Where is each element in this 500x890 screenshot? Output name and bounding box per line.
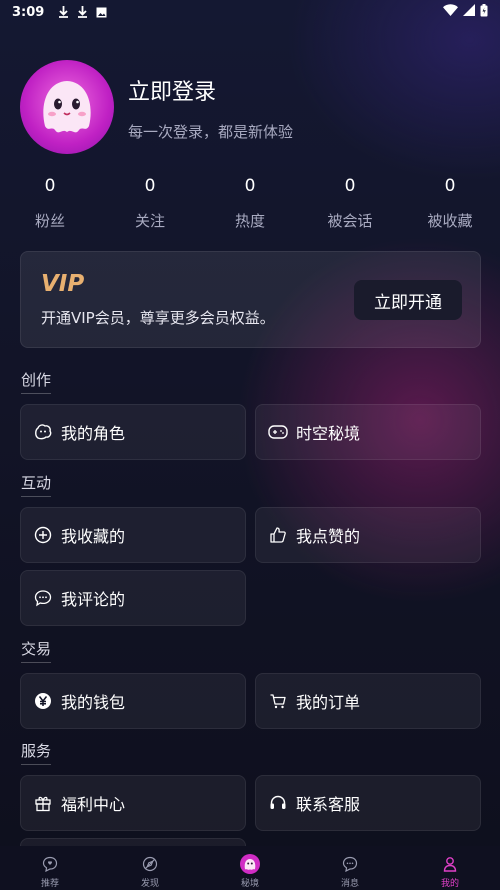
- tab-label: 我的: [440, 879, 459, 889]
- vip-logo: VIP: [41, 270, 93, 298]
- thumbs-up-icon: [268, 525, 288, 545]
- plus-circle-icon: [33, 525, 53, 545]
- vip-description: 开通VIP会员，尊享更多会员权益。: [41, 309, 275, 327]
- stat-conversations[interactable]: 0 被会话: [300, 176, 400, 236]
- status-bar: 3:09: [0, 0, 500, 24]
- tile-label: 时空秘境: [296, 424, 361, 443]
- my-comments-button[interactable]: 我评论的: [20, 570, 246, 626]
- section-title-create: 创作: [21, 371, 52, 394]
- stat-favorited[interactable]: 0 被收藏: [400, 176, 500, 236]
- vip-card[interactable]: VIP 开通VIP会员，尊享更多会员权益。 立即开通: [20, 251, 481, 348]
- tab-realm[interactable]: 秘境: [200, 846, 300, 890]
- stat-value: 0: [144, 176, 156, 196]
- stat-popularity[interactable]: 0 热度: [200, 176, 300, 236]
- my-characters-button[interactable]: 我的角色: [20, 404, 246, 460]
- vip-open-button[interactable]: 立即开通: [354, 280, 462, 320]
- wifi-icon: [443, 4, 458, 20]
- tab-label: 推荐: [40, 879, 59, 889]
- tab-messages[interactable]: 消息: [300, 846, 400, 890]
- ghost-icon: [240, 854, 260, 874]
- stat-label: 热度: [234, 212, 265, 230]
- tile-label: 我收藏的: [61, 527, 126, 546]
- welfare-center-button[interactable]: 福利中心: [20, 775, 246, 831]
- stat-label: 关注: [134, 212, 165, 230]
- tab-label: 秘境: [240, 879, 259, 889]
- cart-icon: [268, 691, 288, 711]
- section-title-service: 服务: [21, 742, 52, 765]
- tile-label: 我评论的: [61, 590, 126, 609]
- stat-fans[interactable]: 0 粉丝: [0, 176, 100, 236]
- download-icon: [77, 6, 88, 18]
- tab-label: 消息: [340, 879, 359, 889]
- login-subtitle: 每一次登录，都是新体验: [128, 123, 294, 141]
- login-title[interactable]: 立即登录: [128, 74, 216, 106]
- my-wallet-button[interactable]: 我的钱包: [20, 673, 246, 729]
- tab-profile[interactable]: 我的: [400, 846, 500, 890]
- tab-label: 发现: [140, 879, 159, 889]
- stat-value: 0: [244, 176, 256, 196]
- comment-icon: [33, 588, 53, 608]
- headset-icon: [268, 793, 288, 813]
- svg-text:VIP: VIP: [41, 271, 84, 294]
- gift-icon: [33, 793, 53, 813]
- tab-recommend[interactable]: 推荐: [0, 846, 100, 890]
- discover-icon: [142, 854, 158, 874]
- tab-discover[interactable]: 发现: [100, 846, 200, 890]
- recommend-icon: [42, 854, 58, 874]
- tile-label: 我的订单: [296, 693, 361, 712]
- profile-header[interactable]: 立即登录 每一次登录，都是新体验: [20, 60, 480, 156]
- my-likes-button[interactable]: 我点赞的: [255, 507, 481, 563]
- character-icon: [33, 422, 53, 442]
- message-icon: [342, 854, 358, 874]
- tile-label: 联系客服: [296, 795, 361, 814]
- tile-label: 我的钱包: [61, 693, 126, 712]
- stat-following[interactable]: 0 关注: [100, 176, 200, 236]
- gamepad-icon: [268, 422, 288, 442]
- section-title-interact: 互动: [21, 474, 52, 497]
- my-orders-button[interactable]: 我的订单: [255, 673, 481, 729]
- bottom-tab-bar: 推荐 发现 秘境 消息 我的: [0, 846, 500, 890]
- stats-row: 0 粉丝 0 关注 0 热度 0 被会话 0 被收藏: [0, 176, 500, 236]
- image-icon: [96, 7, 107, 18]
- tile-label: 我的角色: [61, 424, 126, 443]
- stat-value: 0: [344, 176, 356, 196]
- stat-value: 0: [44, 176, 56, 196]
- stat-label: 被会话: [327, 212, 373, 230]
- status-time: 3:09: [12, 4, 45, 20]
- spacetime-realm-button[interactable]: 时空秘境: [255, 404, 481, 460]
- my-favorites-button[interactable]: 我收藏的: [20, 507, 246, 563]
- ghost-avatar-icon: [43, 81, 91, 133]
- tile-label: 我点赞的: [296, 527, 361, 546]
- tile-label: 福利中心: [61, 795, 126, 814]
- battery-icon: [480, 3, 488, 21]
- signal-icon: [463, 4, 475, 20]
- download-icon: [58, 6, 69, 18]
- avatar[interactable]: [20, 60, 114, 154]
- stat-label: 被收藏: [427, 212, 473, 230]
- yen-icon: [33, 691, 53, 711]
- stat-label: 粉丝: [34, 212, 65, 230]
- section-title-trade: 交易: [21, 640, 52, 663]
- stat-value: 0: [444, 176, 456, 196]
- profile-icon: [442, 854, 458, 874]
- contact-support-button[interactable]: 联系客服: [255, 775, 481, 831]
